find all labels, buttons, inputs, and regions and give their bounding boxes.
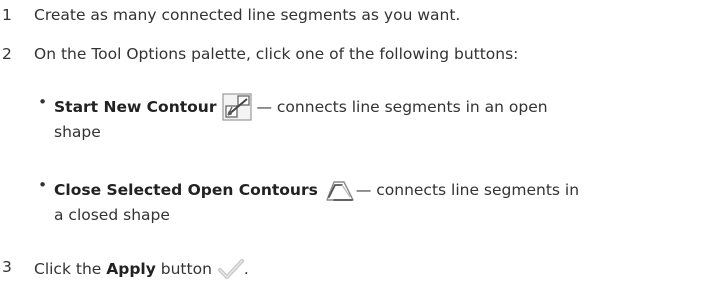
step-number: 2: [2, 45, 12, 63]
bullet-marker: •: [38, 176, 48, 194]
step-text: On the Tool Options palette, click one o…: [34, 45, 519, 63]
start-new-contour-icon: [222, 93, 256, 121]
step-text-prefix: Click the: [34, 260, 107, 278]
option-description-cont: a closed shape: [54, 206, 170, 224]
close-contours-icon: [324, 176, 356, 204]
step-number: 1: [2, 6, 12, 24]
step-text-suffix: button: [155, 260, 212, 278]
option-description: — connects line segments in: [355, 181, 580, 199]
option-description: — connects line segments in an open: [256, 98, 548, 116]
option-description-cont: shape: [54, 123, 101, 141]
apply-label: Apply: [106, 260, 156, 278]
step-text: Create as many connected line segments a…: [34, 6, 461, 24]
step-number: 3: [2, 258, 12, 276]
option-title: Start New Contour: [54, 98, 217, 116]
checkmark-icon: [217, 258, 244, 280]
option-title: Close Selected Open Contours: [54, 181, 318, 199]
bullet-marker: •: [38, 93, 48, 111]
step-text-end: .: [243, 260, 249, 278]
